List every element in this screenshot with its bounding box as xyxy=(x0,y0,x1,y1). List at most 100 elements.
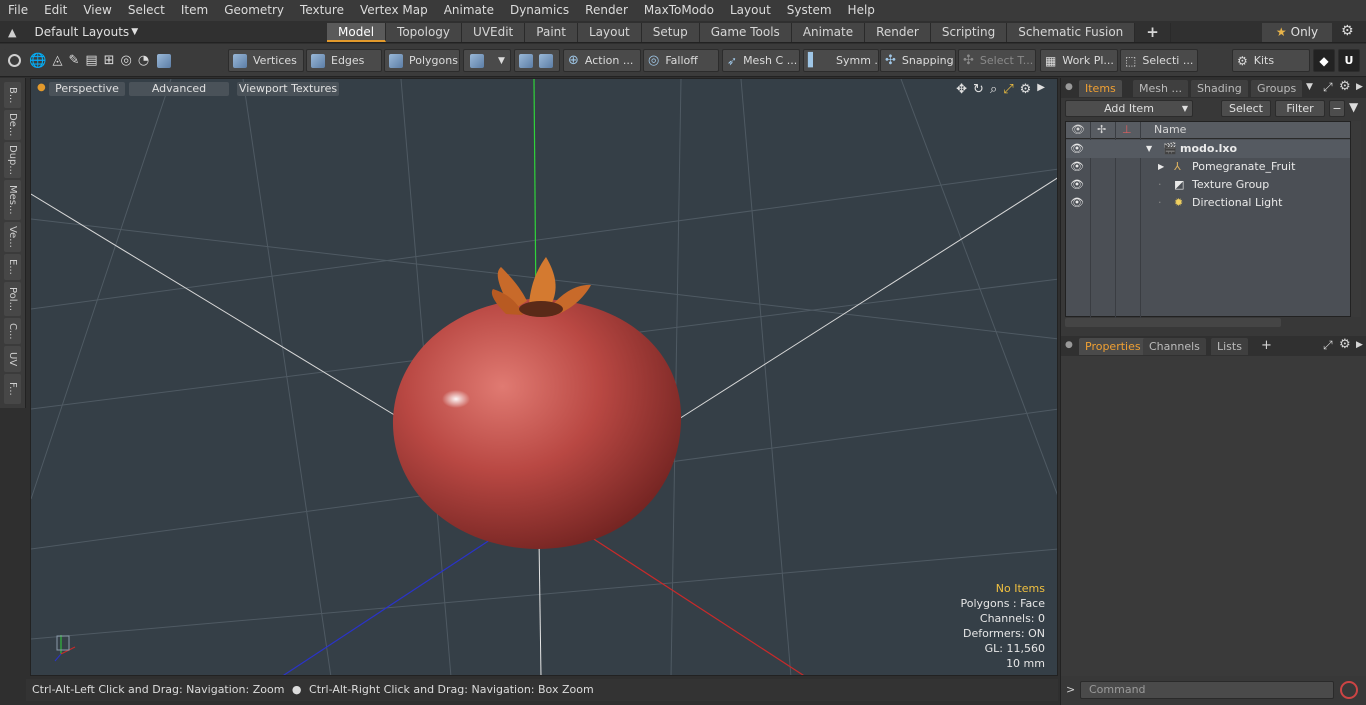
menu-texture[interactable]: Texture xyxy=(292,0,352,21)
only-button[interactable]: ★ Only xyxy=(1262,23,1332,42)
pomegranate-model[interactable] xyxy=(392,257,682,549)
tab-properties[interactable]: Properties xyxy=(1079,338,1147,355)
menu-select[interactable]: Select xyxy=(120,0,173,21)
viewport-expand-arrow-icon[interactable]: ▶ xyxy=(1037,82,1045,97)
menu-edit[interactable]: Edit xyxy=(36,0,75,21)
tab-shading[interactable]: Shading xyxy=(1191,80,1248,97)
item-list-hscroll[interactable] xyxy=(1065,318,1281,327)
command-input[interactable]: Command xyxy=(1080,681,1334,699)
selection-sets-button[interactable]: ⬚ Selecti ... xyxy=(1120,49,1198,72)
collapse-icon[interactable]: ▲ xyxy=(8,26,16,39)
viewport-settings-gear-icon[interactable]: ⚙ xyxy=(1020,82,1032,97)
tool-tab-mesh-edit[interactable]: Mes... xyxy=(4,180,21,220)
tab-layout[interactable]: Layout xyxy=(577,23,642,42)
panel-menu-dot-icon[interactable]: ● xyxy=(1065,340,1073,350)
tab-channels[interactable]: Channels xyxy=(1143,338,1206,355)
list-item[interactable]: 👁 · ✹ Directional Light xyxy=(1066,194,1350,212)
viewport-textures-button[interactable]: Viewport Textures xyxy=(237,82,339,96)
view-type-button[interactable]: Perspective xyxy=(49,82,125,96)
panel-gear-icon[interactable]: ⚙ xyxy=(1339,79,1351,94)
menu-layout[interactable]: Layout xyxy=(722,0,779,21)
viewport-menu-dot-icon[interactable]: ● xyxy=(37,82,46,93)
menu-geometry[interactable]: Geometry xyxy=(216,0,292,21)
unity-button[interactable]: ◆ xyxy=(1313,49,1335,72)
tool-tab-duplicate[interactable]: Dup... xyxy=(4,142,21,178)
symmetry-toggle-group[interactable] xyxy=(514,49,560,72)
visibility-eye-icon[interactable]: 👁 xyxy=(1070,176,1084,194)
menu-help[interactable]: Help xyxy=(840,0,883,21)
edges-button[interactable]: Edges xyxy=(306,49,382,72)
tool-tab-fusion[interactable]: F... xyxy=(4,374,21,404)
select-through-button[interactable]: ✣ Select T... xyxy=(958,49,1036,72)
mesh-type-dropdown[interactable]: ▼ xyxy=(463,49,511,72)
gear-icon[interactable]: ⚙ xyxy=(1341,23,1354,39)
menu-maxtomodo[interactable]: MaxToModo xyxy=(636,0,722,21)
select-circle-icon[interactable] xyxy=(8,54,21,67)
tab-topology[interactable]: Topology xyxy=(386,23,463,42)
menu-file[interactable]: File xyxy=(0,0,36,21)
tab-model[interactable]: Model xyxy=(327,23,387,42)
panel-gear-icon[interactable]: ⚙ xyxy=(1339,337,1351,352)
name-column-header[interactable]: Name xyxy=(1154,123,1186,136)
tab-items[interactable]: Items xyxy=(1079,80,1122,97)
tab-game-tools[interactable]: Game Tools xyxy=(699,23,792,42)
tab-setup[interactable]: Setup xyxy=(641,23,700,42)
visibility-eye-icon[interactable]: 👁 xyxy=(1070,140,1084,158)
tab-lists[interactable]: Lists xyxy=(1211,338,1248,355)
panel-arrow-icon[interactable]: ▶ xyxy=(1356,340,1363,350)
menu-render[interactable]: Render xyxy=(577,0,636,21)
rotate-icon[interactable]: ↻ xyxy=(973,82,984,97)
viewport-scene[interactable] xyxy=(31,79,1058,676)
tabs-dropdown-icon[interactable]: ▼ xyxy=(1306,82,1313,92)
menu-view[interactable]: View xyxy=(75,0,119,21)
tab-schematic-fusion[interactable]: Schematic Fusion xyxy=(1007,23,1136,42)
falloff-button[interactable]: ◎ Falloff xyxy=(643,49,719,72)
tool-tab-curve[interactable]: C... xyxy=(4,318,21,344)
list-item[interactable]: 👁 ▶ ⅄ Pomegranate_Fruit xyxy=(1066,158,1350,176)
vertices-button[interactable]: Vertices xyxy=(228,49,304,72)
visibility-eye-icon[interactable]: 👁 xyxy=(1070,194,1084,212)
panel-menu-dot-icon[interactable]: ● xyxy=(1065,82,1073,92)
dial-icon[interactable]: ◔ xyxy=(138,53,149,68)
visibility-eye-icon[interactable]: 👁 xyxy=(1070,158,1084,176)
add-tab-button[interactable]: + xyxy=(1135,23,1171,42)
lasso-icon[interactable]: ◬ xyxy=(52,53,62,68)
mode-column-icon[interactable]: ⊥ xyxy=(1122,123,1132,136)
visibility-column-icon[interactable]: 👁 xyxy=(1071,123,1085,136)
tool-tab-basic[interactable]: B... xyxy=(4,82,21,108)
expand-triangle-icon[interactable]: ▼ xyxy=(1146,140,1152,158)
panel-expand-icon[interactable]: ⤢ xyxy=(1323,338,1333,353)
item-list[interactable]: 👁 ✢ ⊥ Name 👁 ▼ 🎬 modo.lxo 👁 ▶ ⅄ Pomegran… xyxy=(1065,121,1351,318)
panel-expand-icon[interactable]: ⤢ xyxy=(1323,80,1333,95)
record-macro-button[interactable] xyxy=(1340,681,1358,699)
menu-system[interactable]: System xyxy=(779,0,840,21)
menu-item[interactable]: Item xyxy=(173,0,216,21)
brush-icon[interactable]: ✎ xyxy=(68,53,79,68)
work-plane-button[interactable]: ▦ Work Pl... xyxy=(1040,49,1118,72)
globe-icon[interactable]: 🌐 xyxy=(29,53,46,69)
unreal-button[interactable]: U xyxy=(1338,49,1360,72)
list-item[interactable]: 👁 ▼ 🎬 modo.lxo xyxy=(1066,140,1350,158)
funnel-icon[interactable]: ▼ xyxy=(1349,100,1358,114)
zoom-icon[interactable]: ⌕ xyxy=(990,82,997,97)
mesh-constraint-button[interactable]: ➶ Mesh C ... xyxy=(722,49,800,72)
list-item[interactable]: 👁 · ◩ Texture Group xyxy=(1066,176,1350,194)
menu-vertex-map[interactable]: Vertex Map xyxy=(352,0,436,21)
tab-scripting[interactable]: Scripting xyxy=(930,23,1008,42)
tool-tab-uv[interactable]: UV xyxy=(4,346,21,372)
select-button[interactable]: Select xyxy=(1221,100,1271,117)
symmetry-button[interactable]: ▌ Symm ... xyxy=(803,49,879,72)
pan-icon[interactable]: ✥ xyxy=(956,82,967,97)
tab-groups[interactable]: Groups xyxy=(1251,80,1303,97)
add-tab-icon[interactable]: + xyxy=(1261,338,1272,353)
command-history-arrow-icon[interactable]: > xyxy=(1066,683,1075,696)
panel-arrow-icon[interactable]: ▶ xyxy=(1356,82,1363,92)
filter-button[interactable]: Filter xyxy=(1275,100,1325,117)
polygons-button[interactable]: Polygons xyxy=(384,49,460,72)
shading-mode-button[interactable]: Advanced xyxy=(129,82,229,96)
tool-tab-deform[interactable]: De... xyxy=(4,110,21,140)
tab-animate[interactable]: Animate xyxy=(791,23,866,42)
expand-triangle-icon[interactable]: ▶ xyxy=(1158,158,1164,176)
layout-selector[interactable]: ▲ Default Layouts ▼ xyxy=(4,21,138,43)
menu-animate[interactable]: Animate xyxy=(436,0,502,21)
